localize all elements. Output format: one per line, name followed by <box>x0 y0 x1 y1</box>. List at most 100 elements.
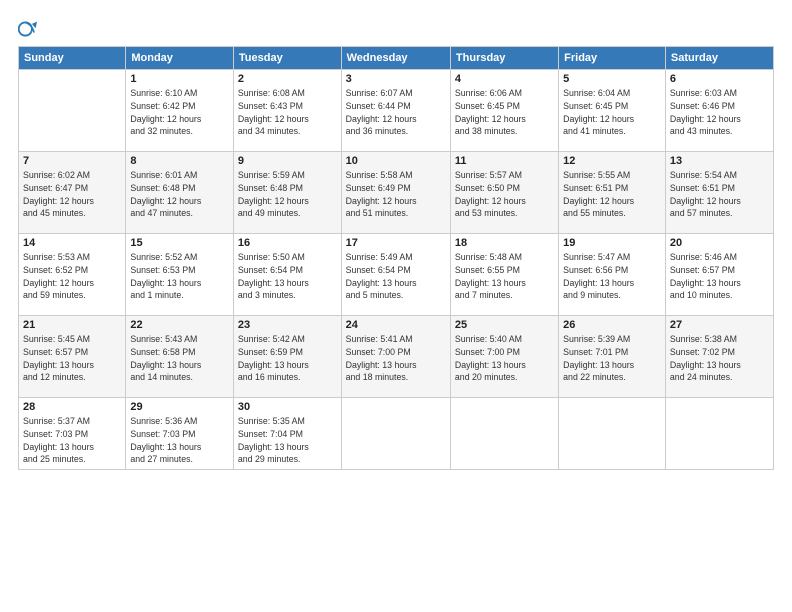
calendar-cell <box>450 398 558 470</box>
day-number: 14 <box>23 237 121 249</box>
day-info: Sunrise: 5:40 AM Sunset: 7:00 PM Dayligh… <box>455 333 554 384</box>
calendar-cell <box>559 398 666 470</box>
day-info: Sunrise: 5:55 AM Sunset: 6:51 PM Dayligh… <box>563 169 661 220</box>
day-number: 15 <box>130 237 229 249</box>
day-info: Sunrise: 5:48 AM Sunset: 6:55 PM Dayligh… <box>455 251 554 302</box>
day-number: 17 <box>346 237 446 249</box>
day-number: 5 <box>563 73 661 85</box>
calendar-cell: 30 Sunrise: 5:35 AM Sunset: 7:04 PM Dayli… <box>233 398 341 470</box>
day-info: Sunrise: 6:06 AM Sunset: 6:45 PM Dayligh… <box>455 87 554 138</box>
calendar-week-5: 28 Sunrise: 5:37 AM Sunset: 7:03 PM Dayli… <box>19 398 774 470</box>
calendar-cell: 15 Sunrise: 5:52 AM Sunset: 6:53 PM Dayli… <box>126 234 234 316</box>
day-info: Sunrise: 5:50 AM Sunset: 6:54 PM Dayligh… <box>238 251 337 302</box>
day-info: Sunrise: 5:43 AM Sunset: 6:58 PM Dayligh… <box>130 333 229 384</box>
day-number: 12 <box>563 155 661 167</box>
day-info: Sunrise: 5:54 AM Sunset: 6:51 PM Dayligh… <box>670 169 769 220</box>
day-number: 9 <box>238 155 337 167</box>
day-info: Sunrise: 6:02 AM Sunset: 6:47 PM Dayligh… <box>23 169 121 220</box>
calendar-cell: 12 Sunrise: 5:55 AM Sunset: 6:51 PM Dayli… <box>559 152 666 234</box>
day-info: Sunrise: 5:39 AM Sunset: 7:01 PM Dayligh… <box>563 333 661 384</box>
day-info: Sunrise: 5:57 AM Sunset: 6:50 PM Dayligh… <box>455 169 554 220</box>
weekday-header-thursday: Thursday <box>450 47 558 70</box>
calendar-cell: 5 Sunrise: 6:04 AM Sunset: 6:45 PM Daylig… <box>559 70 666 152</box>
day-info: Sunrise: 5:47 AM Sunset: 6:56 PM Dayligh… <box>563 251 661 302</box>
calendar-cell <box>665 398 773 470</box>
calendar-cell: 17 Sunrise: 5:49 AM Sunset: 6:54 PM Dayli… <box>341 234 450 316</box>
calendar-cell: 4 Sunrise: 6:06 AM Sunset: 6:45 PM Daylig… <box>450 70 558 152</box>
day-number: 2 <box>238 73 337 85</box>
calendar-week-4: 21 Sunrise: 5:45 AM Sunset: 6:57 PM Dayli… <box>19 316 774 398</box>
day-number: 16 <box>238 237 337 249</box>
calendar-week-2: 7 Sunrise: 6:02 AM Sunset: 6:47 PM Daylig… <box>19 152 774 234</box>
calendar-cell: 19 Sunrise: 5:47 AM Sunset: 6:56 PM Dayli… <box>559 234 666 316</box>
day-number: 24 <box>346 319 446 331</box>
day-info: Sunrise: 5:38 AM Sunset: 7:02 PM Dayligh… <box>670 333 769 384</box>
calendar-cell: 22 Sunrise: 5:43 AM Sunset: 6:58 PM Dayli… <box>126 316 234 398</box>
weekday-header-tuesday: Tuesday <box>233 47 341 70</box>
logo <box>18 18 42 40</box>
calendar-cell: 3 Sunrise: 6:07 AM Sunset: 6:44 PM Daylig… <box>341 70 450 152</box>
day-number: 27 <box>670 319 769 331</box>
weekday-header-wednesday: Wednesday <box>341 47 450 70</box>
day-info: Sunrise: 6:08 AM Sunset: 6:43 PM Dayligh… <box>238 87 337 138</box>
calendar-cell: 23Sunrise: 5:42 AM Sunset: 6:59 PM Dayli… <box>233 316 341 398</box>
calendar-cell: 16 Sunrise: 5:50 AM Sunset: 6:54 PM Dayli… <box>233 234 341 316</box>
weekday-header-row: SundayMondayTuesdayWednesdayThursdayFrid… <box>19 47 774 70</box>
weekday-header-sunday: Sunday <box>19 47 126 70</box>
day-number: 20 <box>670 237 769 249</box>
day-number: 7 <box>23 155 121 167</box>
day-info: Sunrise: 6:07 AM Sunset: 6:44 PM Dayligh… <box>346 87 446 138</box>
day-number: 28 <box>23 401 121 413</box>
day-info: Sunrise: 5:59 AM Sunset: 6:48 PM Dayligh… <box>238 169 337 220</box>
day-number: 1 <box>130 73 229 85</box>
calendar-cell: 27 Sunrise: 5:38 AM Sunset: 7:02 PM Dayli… <box>665 316 773 398</box>
day-info: Sunrise: 5:41 AM Sunset: 7:00 PM Dayligh… <box>346 333 446 384</box>
day-number: 8 <box>130 155 229 167</box>
day-info: Sunrise: 5:37 AM Sunset: 7:03 PM Dayligh… <box>23 415 121 466</box>
day-number: 30 <box>238 401 337 413</box>
day-number: 19 <box>563 237 661 249</box>
day-info: Sunrise: 5:35 AM Sunset: 7:04 PM Dayligh… <box>238 415 337 466</box>
calendar-cell: 14 Sunrise: 5:53 AM Sunset: 6:52 PM Dayli… <box>19 234 126 316</box>
calendar-cell: 18Sunrise: 5:48 AM Sunset: 6:55 PM Dayli… <box>450 234 558 316</box>
day-number: 29 <box>130 401 229 413</box>
day-number: 13 <box>670 155 769 167</box>
calendar-cell: 26 Sunrise: 5:39 AM Sunset: 7:01 PM Dayli… <box>559 316 666 398</box>
day-number: 26 <box>563 319 661 331</box>
calendar-cell: 24 Sunrise: 5:41 AM Sunset: 7:00 PM Dayli… <box>341 316 450 398</box>
calendar-cell: 7 Sunrise: 6:02 AM Sunset: 6:47 PM Daylig… <box>19 152 126 234</box>
day-info: Sunrise: 6:01 AM Sunset: 6:48 PM Dayligh… <box>130 169 229 220</box>
day-info: Sunrise: 5:53 AM Sunset: 6:52 PM Dayligh… <box>23 251 121 302</box>
calendar-cell: 11Sunrise: 5:57 AM Sunset: 6:50 PM Dayli… <box>450 152 558 234</box>
calendar-table: SundayMondayTuesdayWednesdayThursdayFrid… <box>18 46 774 470</box>
day-info: Sunrise: 5:46 AM Sunset: 6:57 PM Dayligh… <box>670 251 769 302</box>
day-info: Sunrise: 6:04 AM Sunset: 6:45 PM Dayligh… <box>563 87 661 138</box>
calendar-cell: 9 Sunrise: 5:59 AM Sunset: 6:48 PM Daylig… <box>233 152 341 234</box>
calendar-cell <box>341 398 450 470</box>
calendar-cell: 25 Sunrise: 5:40 AM Sunset: 7:00 PM Dayli… <box>450 316 558 398</box>
day-number: 21 <box>23 319 121 331</box>
day-number: 3 <box>346 73 446 85</box>
weekday-header-friday: Friday <box>559 47 666 70</box>
weekday-header-saturday: Saturday <box>665 47 773 70</box>
page: SundayMondayTuesdayWednesdayThursdayFrid… <box>0 0 792 612</box>
calendar-cell: 29 Sunrise: 5:36 AM Sunset: 7:03 PM Dayli… <box>126 398 234 470</box>
calendar-week-1: 1Sunrise: 6:10 AM Sunset: 6:42 PM Daylig… <box>19 70 774 152</box>
calendar-cell: 20 Sunrise: 5:46 AM Sunset: 6:57 PM Dayli… <box>665 234 773 316</box>
day-info: Sunrise: 5:52 AM Sunset: 6:53 PM Dayligh… <box>130 251 229 302</box>
day-info: Sunrise: 5:49 AM Sunset: 6:54 PM Dayligh… <box>346 251 446 302</box>
day-number: 4 <box>455 73 554 85</box>
header <box>18 18 774 40</box>
logo-icon <box>18 18 40 40</box>
day-number: 22 <box>130 319 229 331</box>
day-number: 10 <box>346 155 446 167</box>
calendar-cell: 8 Sunrise: 6:01 AM Sunset: 6:48 PM Daylig… <box>126 152 234 234</box>
calendar-cell: 28 Sunrise: 5:37 AM Sunset: 7:03 PM Dayli… <box>19 398 126 470</box>
day-number: 6 <box>670 73 769 85</box>
day-info: Sunrise: 5:36 AM Sunset: 7:03 PM Dayligh… <box>130 415 229 466</box>
day-info: Sunrise: 5:42 AM Sunset: 6:59 PM Dayligh… <box>238 333 337 384</box>
day-info: Sunrise: 5:45 AM Sunset: 6:57 PM Dayligh… <box>23 333 121 384</box>
calendar-cell: 1Sunrise: 6:10 AM Sunset: 6:42 PM Daylig… <box>126 70 234 152</box>
calendar-cell: 13 Sunrise: 5:54 AM Sunset: 6:51 PM Dayli… <box>665 152 773 234</box>
day-number: 25 <box>455 319 554 331</box>
